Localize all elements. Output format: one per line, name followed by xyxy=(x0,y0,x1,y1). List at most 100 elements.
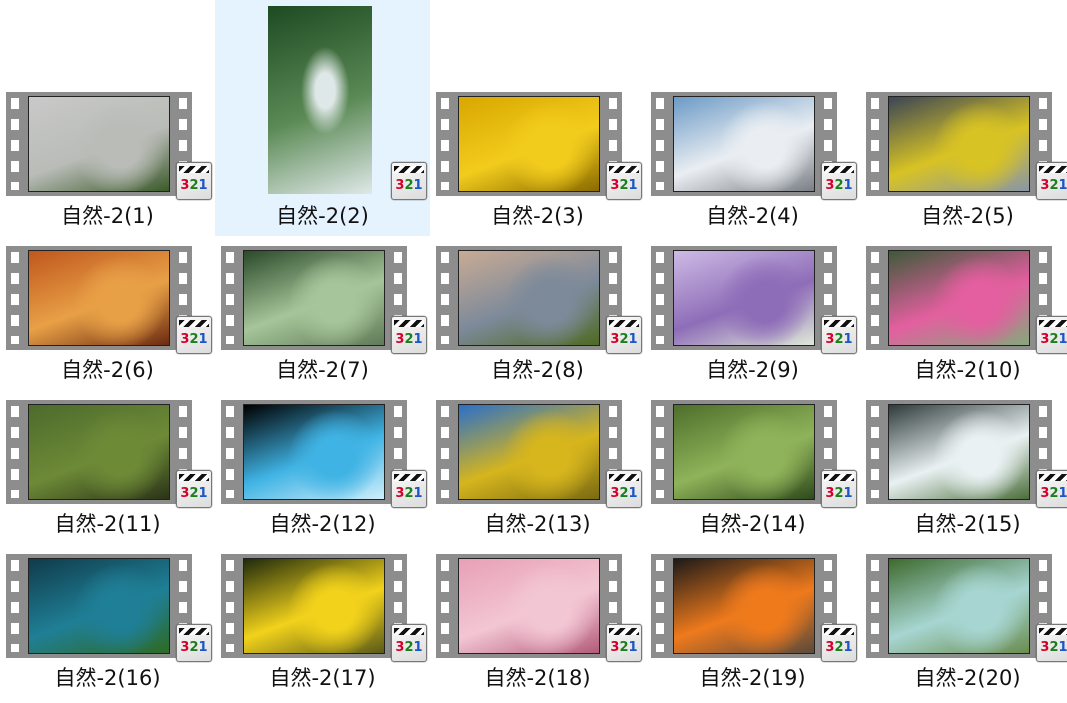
video-thumbnail[interactable]: 321 xyxy=(215,0,430,200)
badge-digit: 1 xyxy=(628,178,638,193)
file-item[interactable]: 321 自然-2(15) xyxy=(860,394,1067,544)
file-item[interactable]: 321 自然-2(3) xyxy=(430,86,645,236)
film-strip-icon xyxy=(436,554,622,658)
film-strip-icon xyxy=(866,246,1052,350)
file-item[interactable]: 321 自然-2(5) xyxy=(860,86,1067,236)
file-item[interactable]: 321 自然-2(19) xyxy=(645,548,860,698)
badge-digit: 1 xyxy=(198,178,208,193)
badge-digit: 2 xyxy=(189,486,199,501)
file-name: 自然-2(12) xyxy=(269,512,376,536)
badge-digit: 1 xyxy=(198,486,208,501)
media-player-classic-icon: 321 xyxy=(176,624,212,662)
badge-digit: 2 xyxy=(189,178,199,193)
badge-digit: 2 xyxy=(189,640,199,655)
video-thumbnail[interactable]: 321 xyxy=(645,86,860,200)
file-name: 自然-2(9) xyxy=(706,358,799,382)
badge-digit: 2 xyxy=(834,332,844,347)
media-player-classic-icon: 321 xyxy=(1036,470,1067,508)
file-item[interactable]: 321 自然-2(11) xyxy=(0,394,215,544)
file-name: 自然-2(19) xyxy=(699,666,806,690)
video-thumbnail[interactable]: 321 xyxy=(430,240,645,354)
video-thumbnail[interactable]: 321 xyxy=(0,86,215,200)
video-thumbnail[interactable]: 321 xyxy=(215,394,430,508)
video-thumbnail[interactable]: 321 xyxy=(430,394,645,508)
media-player-classic-icon: 321 xyxy=(606,162,642,200)
media-player-classic-icon: 321 xyxy=(391,470,427,508)
file-name: 自然-2(3) xyxy=(491,204,584,228)
film-strip-icon xyxy=(651,246,837,350)
preview-image xyxy=(458,404,600,500)
media-player-classic-icon: 321 xyxy=(821,624,857,662)
badge-digit: 2 xyxy=(1049,640,1059,655)
file-item[interactable]: 321 自然-2(13) xyxy=(430,394,645,544)
film-strip-icon xyxy=(651,554,837,658)
badge-digit: 1 xyxy=(1058,486,1067,501)
badge-digit: 1 xyxy=(843,640,853,655)
badge-digit: 2 xyxy=(404,640,414,655)
badge-digit: 1 xyxy=(413,486,423,501)
video-thumbnail[interactable]: 321 xyxy=(0,548,215,662)
file-item[interactable]: 321 自然-2(7) xyxy=(215,240,430,390)
film-strip-icon xyxy=(436,92,622,196)
file-item[interactable]: 321 自然-2(12) xyxy=(215,394,430,544)
file-name: 自然-2(16) xyxy=(54,666,161,690)
media-player-classic-icon: 321 xyxy=(391,316,427,354)
badge-digit: 1 xyxy=(1058,178,1067,193)
file-item[interactable]: 321 自然-2(8) xyxy=(430,240,645,390)
file-item[interactable]: 321 自然-2(18) xyxy=(430,548,645,698)
video-thumbnail[interactable]: 321 xyxy=(215,548,430,662)
file-name: 自然-2(5) xyxy=(921,204,1014,228)
file-name: 自然-2(14) xyxy=(699,512,806,536)
video-thumbnail[interactable]: 321 xyxy=(645,240,860,354)
media-player-classic-icon: 321 xyxy=(176,316,212,354)
badge-digit: 1 xyxy=(843,486,853,501)
preview-image xyxy=(28,558,170,654)
media-player-classic-icon: 321 xyxy=(176,162,212,200)
file-item[interactable]: 321 自然-2(10) xyxy=(860,240,1067,390)
preview-image xyxy=(673,404,815,500)
file-name: 自然-2(4) xyxy=(706,204,799,228)
file-item[interactable]: 321 自然-2(14) xyxy=(645,394,860,544)
media-player-classic-icon: 321 xyxy=(1036,624,1067,662)
preview-image xyxy=(268,6,372,194)
video-thumbnail[interactable]: 321 xyxy=(860,86,1067,200)
media-player-classic-icon: 321 xyxy=(606,316,642,354)
video-thumbnail[interactable]: 321 xyxy=(645,394,860,508)
preview-image xyxy=(888,558,1030,654)
video-thumbnail[interactable]: 321 xyxy=(860,240,1067,354)
file-item[interactable]: 321 自然-2(17) xyxy=(215,548,430,698)
media-player-classic-icon: 321 xyxy=(1036,316,1067,354)
video-thumbnail[interactable]: 321 xyxy=(0,240,215,354)
video-thumbnail[interactable]: 321 xyxy=(430,86,645,200)
file-item[interactable]: 321 自然-2(4) xyxy=(645,86,860,236)
file-item[interactable]: 321 自然-2(9) xyxy=(645,240,860,390)
file-name: 自然-2(20) xyxy=(914,666,1021,690)
file-item[interactable]: 321 自然-2(20) xyxy=(860,548,1067,698)
badge-digit: 1 xyxy=(628,332,638,347)
file-name: 自然-2(11) xyxy=(54,512,161,536)
file-item[interactable]: 321 自然-2(1) xyxy=(0,86,215,236)
badge-digit: 1 xyxy=(198,640,208,655)
preview-image xyxy=(28,96,170,192)
video-thumbnail[interactable]: 321 xyxy=(860,394,1067,508)
media-player-classic-icon: 321 xyxy=(606,470,642,508)
preview-image xyxy=(673,250,815,346)
badge-digit: 1 xyxy=(843,332,853,347)
video-thumbnail[interactable]: 321 xyxy=(215,240,430,354)
file-name: 自然-2(17) xyxy=(269,666,376,690)
badge-digit: 1 xyxy=(413,332,423,347)
video-thumbnail[interactable]: 321 xyxy=(430,548,645,662)
file-name: 自然-2(18) xyxy=(484,666,591,690)
badge-digit: 1 xyxy=(1058,332,1067,347)
preview-image xyxy=(458,250,600,346)
badge-digit: 1 xyxy=(413,640,423,655)
video-thumbnail[interactable]: 321 xyxy=(860,548,1067,662)
file-item[interactable]: 321 自然-2(6) xyxy=(0,240,215,390)
badge-digit: 2 xyxy=(404,332,414,347)
film-strip-icon xyxy=(866,554,1052,658)
badge-digit: 2 xyxy=(619,332,629,347)
video-thumbnail[interactable]: 321 xyxy=(0,394,215,508)
file-item[interactable]: 321 自然-2(2) xyxy=(215,0,430,236)
file-item[interactable]: 321 自然-2(16) xyxy=(0,548,215,698)
video-thumbnail[interactable]: 321 xyxy=(645,548,860,662)
